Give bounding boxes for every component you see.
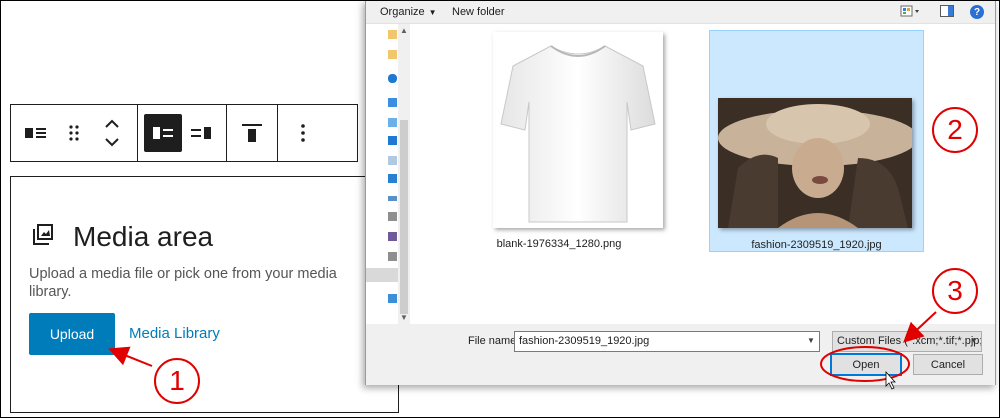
pictures-icon[interactable] bbox=[388, 212, 397, 221]
file-name-label: fashion-2309519_1920.jpg bbox=[751, 239, 882, 251]
open-button[interactable]: Open bbox=[830, 353, 902, 376]
drag-handle-icon[interactable] bbox=[55, 114, 93, 152]
change-view-icon[interactable] bbox=[900, 5, 922, 20]
drive-icon[interactable] bbox=[388, 118, 397, 127]
videos-icon[interactable] bbox=[388, 232, 397, 241]
preview-pane-icon[interactable] bbox=[940, 5, 954, 20]
chevron-down-icon[interactable]: ▼ bbox=[807, 336, 815, 345]
open-file-dialog: Organize ▼ New folder ? ▲ ▼ blank-197633… bbox=[365, 0, 996, 385]
placeholder-title: Media area bbox=[73, 221, 214, 252]
placeholder-header: Media area bbox=[31, 221, 213, 253]
dialog-toolbar: Organize ▼ New folder ? bbox=[366, 0, 995, 24]
block-type-icon[interactable] bbox=[17, 114, 55, 152]
upload-button[interactable]: Upload bbox=[29, 313, 115, 355]
media-left-icon[interactable] bbox=[144, 114, 182, 152]
tshirt-thumbnail bbox=[493, 32, 663, 228]
desktop-icon[interactable] bbox=[388, 136, 397, 145]
network-icon[interactable] bbox=[388, 294, 397, 303]
local-disk-icon[interactable] bbox=[388, 252, 397, 261]
toolbar-group-more bbox=[278, 105, 328, 161]
file-list: blank-1976334_1280.png fashion-2309519_1… bbox=[411, 24, 995, 324]
placeholder-instructions: Upload a media file or pick one from you… bbox=[29, 266, 337, 300]
toolbar-group-position bbox=[138, 105, 227, 161]
step-3-badge: 3 bbox=[932, 268, 978, 314]
media-right-icon[interactable] bbox=[182, 114, 220, 152]
folder-icon[interactable] bbox=[388, 30, 397, 39]
block-toolbar bbox=[10, 104, 358, 162]
move-up-down-icon[interactable] bbox=[93, 114, 131, 152]
organize-menu[interactable]: Organize ▼ bbox=[380, 6, 437, 18]
this-pc-icon[interactable] bbox=[388, 98, 397, 107]
music-icon[interactable] bbox=[388, 196, 397, 201]
file-item[interactable]: blank-1976334_1280.png bbox=[445, 30, 673, 252]
file-name-label: blank-1976334_1280.png bbox=[496, 238, 622, 250]
nav-scrollbar[interactable]: ▲ ▼ bbox=[398, 24, 410, 324]
file-name-field-label: File name: bbox=[468, 335, 520, 347]
documents-icon[interactable] bbox=[388, 156, 397, 165]
file-type-select[interactable]: Custom Files (*.xcm;*.tif;*.pjp;* bbox=[832, 331, 982, 352]
chevron-down-icon: ▼ bbox=[428, 8, 437, 17]
navigation-pane[interactable]: ▲ ▼ bbox=[366, 24, 410, 324]
scroll-thumb[interactable] bbox=[400, 120, 408, 314]
new-folder-button[interactable]: New folder bbox=[452, 6, 505, 18]
help-icon[interactable]: ? bbox=[970, 5, 984, 19]
chevron-down-icon[interactable]: ▼ bbox=[970, 336, 978, 345]
onedrive-icon[interactable] bbox=[388, 74, 397, 83]
toolbar-group-align bbox=[227, 105, 278, 161]
nav-selected-item[interactable] bbox=[366, 268, 398, 282]
fashion-photo-thumbnail bbox=[718, 98, 912, 228]
step-2-badge: 2 bbox=[932, 107, 978, 153]
media-library-button[interactable]: Media Library bbox=[129, 325, 220, 342]
step-1-badge: 1 bbox=[154, 358, 200, 404]
dialog-footer: File name: fashion-2309519_1920.jpg ▼ Cu… bbox=[366, 324, 995, 385]
downloads-icon[interactable] bbox=[388, 174, 397, 183]
scroll-up-icon[interactable]: ▲ bbox=[400, 26, 408, 35]
more-options-icon[interactable] bbox=[284, 114, 322, 152]
align-top-icon[interactable] bbox=[233, 114, 271, 152]
folder-icon[interactable] bbox=[388, 50, 397, 59]
scroll-down-icon[interactable]: ▼ bbox=[400, 313, 408, 322]
file-item-selected[interactable]: fashion-2309519_1920.jpg bbox=[709, 30, 924, 252]
media-area-icon bbox=[31, 223, 55, 252]
toolbar-group-block bbox=[11, 105, 138, 161]
media-placeholder: Media area Upload a media file or pick o… bbox=[10, 176, 399, 413]
cancel-button[interactable]: Cancel bbox=[913, 354, 983, 375]
file-name-input[interactable]: fashion-2309519_1920.jpg bbox=[514, 331, 820, 352]
